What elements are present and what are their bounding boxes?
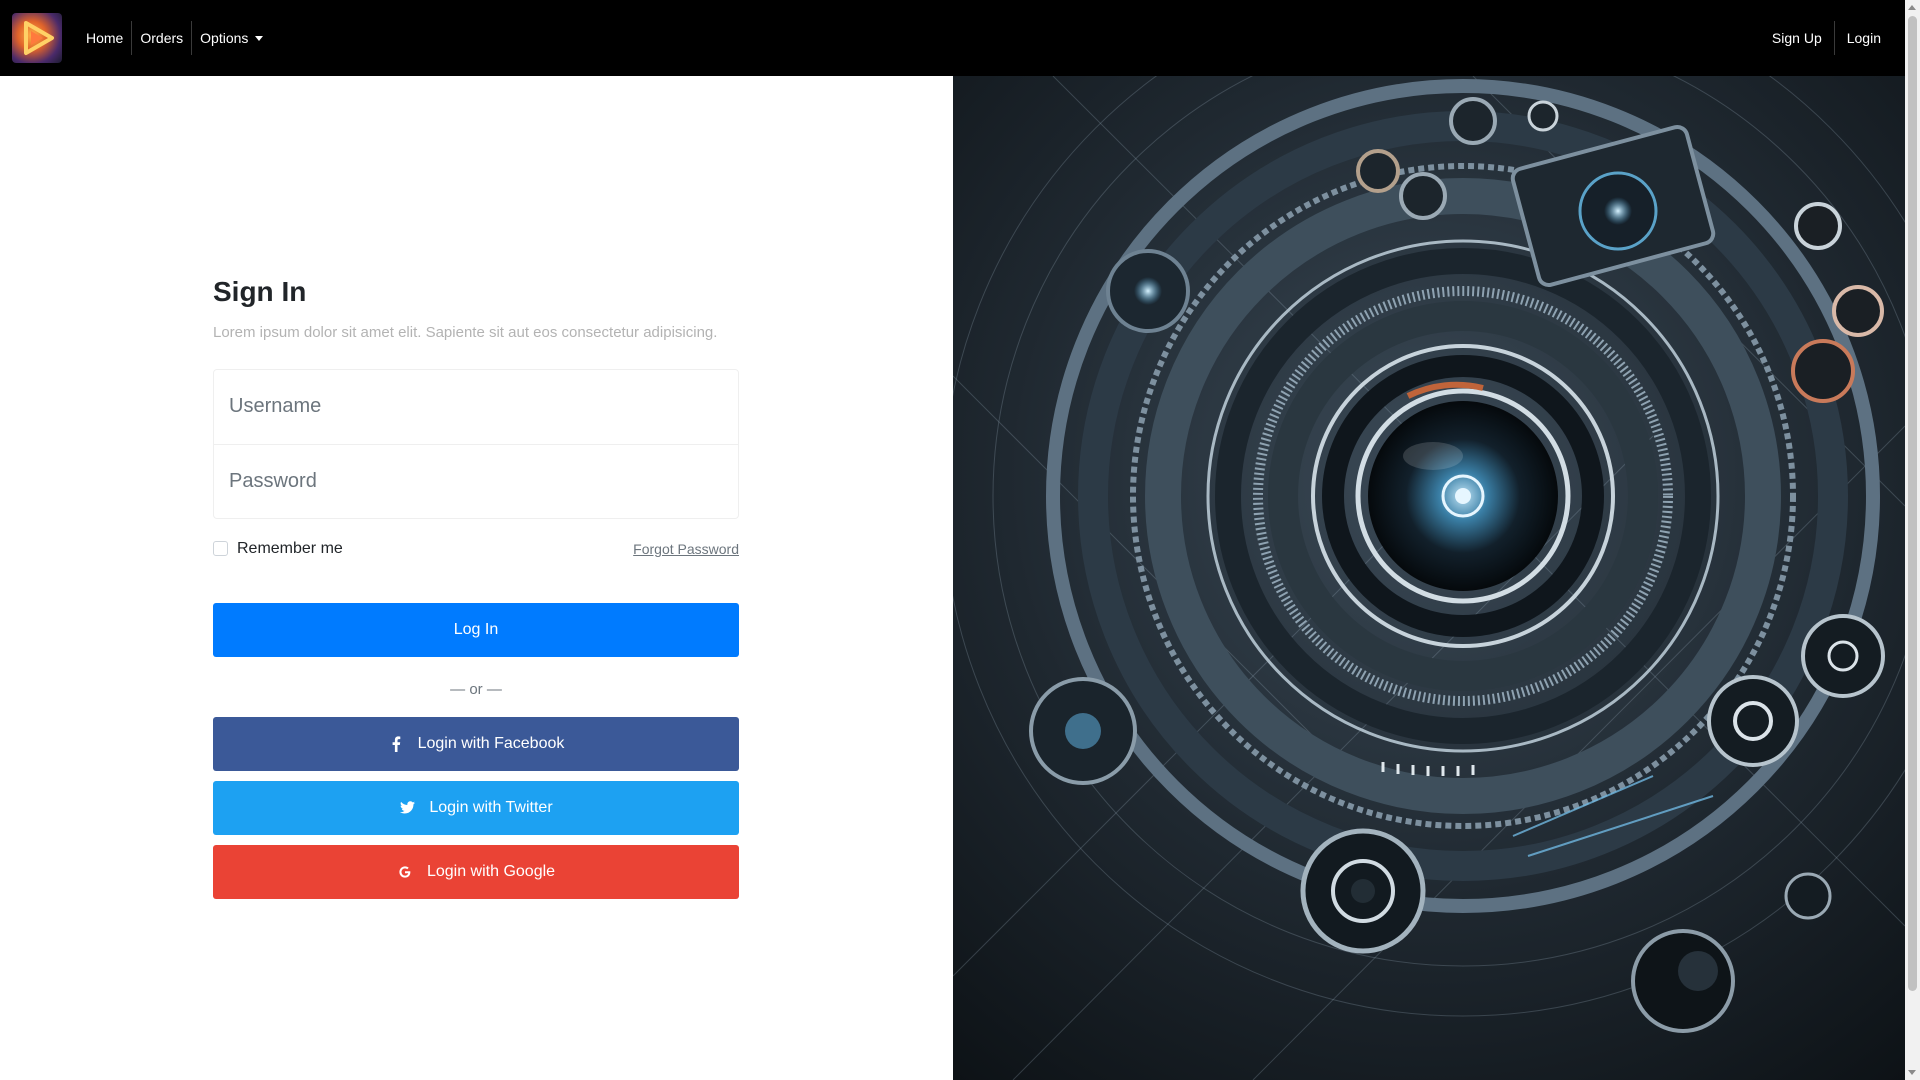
nav-signup-link[interactable]: Sign Up xyxy=(1760,21,1834,55)
nav-options-dropdown[interactable]: Options xyxy=(192,21,271,55)
nav-login-link[interactable]: Login xyxy=(1835,21,1893,55)
hero-artwork-image xyxy=(953,76,1905,1080)
login-button[interactable]: Log In xyxy=(213,602,739,657)
form-options-row: Remember me Forgot Password xyxy=(213,537,739,561)
play-logo-icon[interactable] xyxy=(12,13,62,63)
nav-home-link[interactable]: Home xyxy=(78,21,131,55)
google-icon xyxy=(397,864,413,880)
remember-me-label: Remember me xyxy=(237,539,343,557)
chevron-down-icon xyxy=(255,36,264,41)
page-scrollbar[interactable] xyxy=(1905,0,1920,1080)
password-input[interactable] xyxy=(229,469,738,493)
top-navbar: Home Orders Options Sign Up Login xyxy=(0,0,1905,76)
or-divider: — or — xyxy=(450,680,502,698)
scroll-down-arrow-icon[interactable] xyxy=(1908,1070,1916,1075)
page-title: Sign In xyxy=(213,276,307,307)
facebook-login-button[interactable]: Login with Facebook xyxy=(213,716,739,771)
facebook-login-label: Login with Facebook xyxy=(417,734,565,752)
signin-form: Sign In Lorem ipsum dolor sit amet elit.… xyxy=(213,275,739,899)
remember-me-control[interactable]: Remember me xyxy=(213,540,343,558)
nav-options-label: Options xyxy=(200,30,249,46)
username-input[interactable] xyxy=(229,395,738,419)
scroll-up-arrow-icon[interactable] xyxy=(1908,5,1916,10)
google-login-label: Login with Google xyxy=(426,862,556,880)
credentials-group xyxy=(213,368,739,519)
twitter-login-label: Login with Twitter xyxy=(429,798,553,816)
nav-right-links: Sign Up Login xyxy=(1760,0,1893,76)
scroll-thumb[interactable] xyxy=(1908,16,1917,991)
nav-orders-link[interactable]: Orders xyxy=(132,21,191,55)
forgot-password-link[interactable]: Forgot Password xyxy=(633,541,739,557)
twitter-icon xyxy=(399,800,415,816)
remember-me-checkbox[interactable] xyxy=(213,541,228,557)
twitter-login-button[interactable]: Login with Twitter xyxy=(213,780,739,835)
facebook-icon xyxy=(388,735,404,752)
page-subtitle: Lorem ipsum dolor sit amet elit. Sapient… xyxy=(213,323,718,341)
camera-lens-illustration xyxy=(953,76,1905,1080)
google-login-button[interactable]: Login with Google xyxy=(213,844,739,899)
password-field-wrapper xyxy=(214,443,738,518)
nav-left-links: Home Orders Options xyxy=(78,0,271,76)
username-field-wrapper xyxy=(214,370,738,444)
